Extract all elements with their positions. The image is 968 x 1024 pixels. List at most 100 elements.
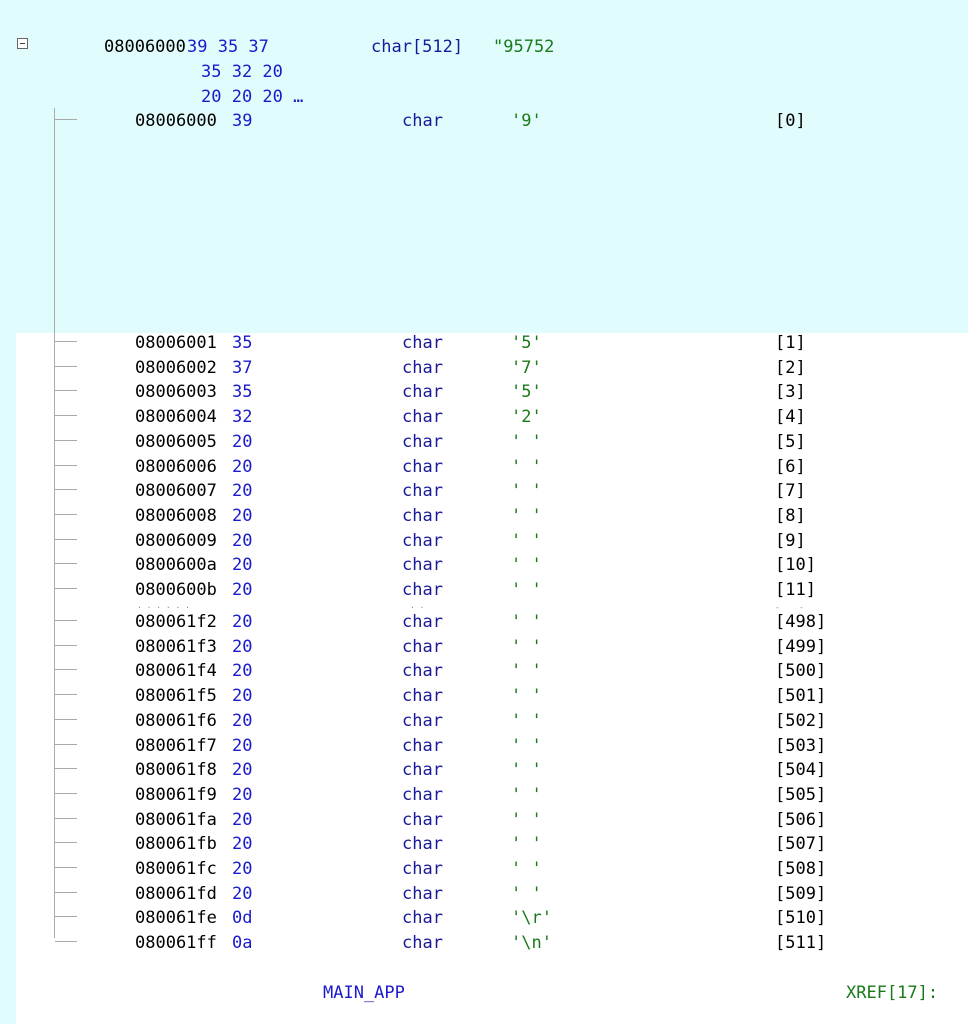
- element-address[interactable]: 080061f5: [135, 686, 217, 706]
- element-type[interactable]: char: [402, 612, 443, 632]
- tree-branch: [55, 718, 77, 720]
- element-type[interactable]: char: [402, 481, 443, 501]
- element-type[interactable]: char: [402, 834, 443, 854]
- element-address[interactable]: 0800600b: [135, 580, 217, 600]
- tree-branch: [55, 415, 77, 417]
- element-type[interactable]: char: [402, 457, 443, 477]
- element-address[interactable]: 080061f4: [135, 661, 217, 681]
- element-address[interactable]: 080061f8: [135, 760, 217, 780]
- element-index: [6]: [775, 456, 806, 477]
- tree-branch: [55, 489, 77, 491]
- element-byte: 20: [232, 686, 253, 707]
- element-byte: 35: [232, 333, 253, 353]
- element-address[interactable]: 0800600a: [135, 555, 217, 575]
- element-type[interactable]: char: [402, 810, 443, 830]
- tree-branch: [55, 513, 77, 515]
- element-type[interactable]: char: [402, 661, 443, 681]
- tree-branch: [55, 464, 77, 466]
- tree-line: [54, 108, 55, 938]
- element-index: [499]: [775, 636, 827, 657]
- margin-strip: [0, 0, 16, 1024]
- element-byte: 20: [232, 530, 253, 551]
- element-index: [504]: [775, 760, 827, 781]
- element-type[interactable]: char: [402, 711, 443, 731]
- xref-count[interactable]: XREF[17]:: [846, 983, 938, 1003]
- element-index: [501]: [775, 686, 827, 707]
- array-address[interactable]: 08006000: [104, 37, 186, 57]
- element-type[interactable]: char: [402, 382, 443, 402]
- element-address[interactable]: 08006006: [135, 457, 217, 477]
- element-byte: 39: [232, 111, 253, 131]
- element-type[interactable]: char: [402, 358, 443, 378]
- tree-branch: [55, 768, 77, 770]
- element-type[interactable]: char: [402, 908, 443, 928]
- gap-marker: · ·: [410, 603, 425, 612]
- element-value: ' ': [511, 661, 542, 682]
- element-type[interactable]: char: [402, 111, 443, 131]
- tree-branch: [55, 842, 77, 844]
- element-type[interactable]: char: [402, 333, 443, 353]
- element-index: [503]: [775, 735, 827, 756]
- element-byte: 20: [232, 661, 253, 682]
- element-byte: 20: [232, 481, 253, 502]
- element-type[interactable]: char: [402, 859, 443, 879]
- element-address[interactable]: 080061ff: [135, 933, 217, 953]
- element-address[interactable]: 080061f3: [135, 637, 217, 657]
- element-address[interactable]: 08006009: [135, 531, 217, 551]
- gap-marker: - -: [775, 603, 804, 612]
- array-value: "95752: [493, 37, 555, 57]
- element-address[interactable]: 080061f9: [135, 785, 217, 805]
- element-index: [502]: [775, 710, 827, 731]
- element-address[interactable]: 08006001: [135, 333, 217, 353]
- element-type[interactable]: char: [402, 637, 443, 657]
- tree-branch: [55, 538, 77, 540]
- element-byte: 20: [232, 809, 253, 830]
- element-address[interactable]: 08006004: [135, 407, 217, 427]
- element-address[interactable]: 080061f2: [135, 612, 217, 632]
- element-address[interactable]: 08006007: [135, 481, 217, 501]
- element-index: [8]: [775, 505, 806, 526]
- array-bytes-line3: 20 20 20 …: [201, 87, 304, 107]
- tree-branch: [55, 743, 77, 745]
- element-type[interactable]: char: [402, 933, 443, 953]
- element-address[interactable]: 080061f7: [135, 736, 217, 756]
- element-address[interactable]: 080061fc: [135, 859, 217, 879]
- element-byte: 20: [232, 456, 253, 477]
- element-type[interactable]: char: [402, 580, 443, 600]
- element-address[interactable]: 080061f6: [135, 711, 217, 731]
- element-type[interactable]: char: [402, 884, 443, 904]
- element-address[interactable]: 08006002: [135, 358, 217, 378]
- element-address[interactable]: 080061fe: [135, 908, 217, 928]
- collapse-toggle-icon[interactable]: [17, 38, 28, 49]
- element-address[interactable]: 080061fa: [135, 810, 217, 830]
- element-address[interactable]: 08006008: [135, 506, 217, 526]
- element-type[interactable]: char: [402, 531, 443, 551]
- element-type[interactable]: char: [402, 407, 443, 427]
- element-value: ' ': [511, 481, 542, 502]
- element-address[interactable]: 08006005: [135, 432, 217, 452]
- element-index: [510]: [775, 908, 827, 929]
- element-type[interactable]: char: [402, 432, 443, 452]
- element-index: [505]: [775, 784, 827, 805]
- element-type[interactable]: char: [402, 506, 443, 526]
- element-byte: 20: [232, 710, 253, 731]
- element-address[interactable]: 08006003: [135, 382, 217, 402]
- array-type[interactable]: char[512]: [371, 37, 463, 57]
- tree-branch: [55, 891, 77, 893]
- tree-branch: [55, 817, 77, 819]
- element-value: ' ': [511, 456, 542, 477]
- element-address[interactable]: 080061fd: [135, 884, 217, 904]
- element-type[interactable]: char: [402, 760, 443, 780]
- element-address[interactable]: 080061fb: [135, 834, 217, 854]
- element-address[interactable]: 08006000: [135, 111, 217, 131]
- element-type[interactable]: char: [402, 686, 443, 706]
- label-main-app[interactable]: MAIN_APP: [323, 983, 405, 1003]
- element-type[interactable]: char: [402, 785, 443, 805]
- element-index: [1]: [775, 333, 806, 353]
- element-index: [507]: [775, 834, 827, 855]
- element-byte: 20: [232, 612, 253, 632]
- element-type[interactable]: char: [402, 555, 443, 575]
- element-value: ' ': [511, 784, 542, 805]
- element-type[interactable]: char: [402, 736, 443, 756]
- tree-branch: [55, 341, 77, 342]
